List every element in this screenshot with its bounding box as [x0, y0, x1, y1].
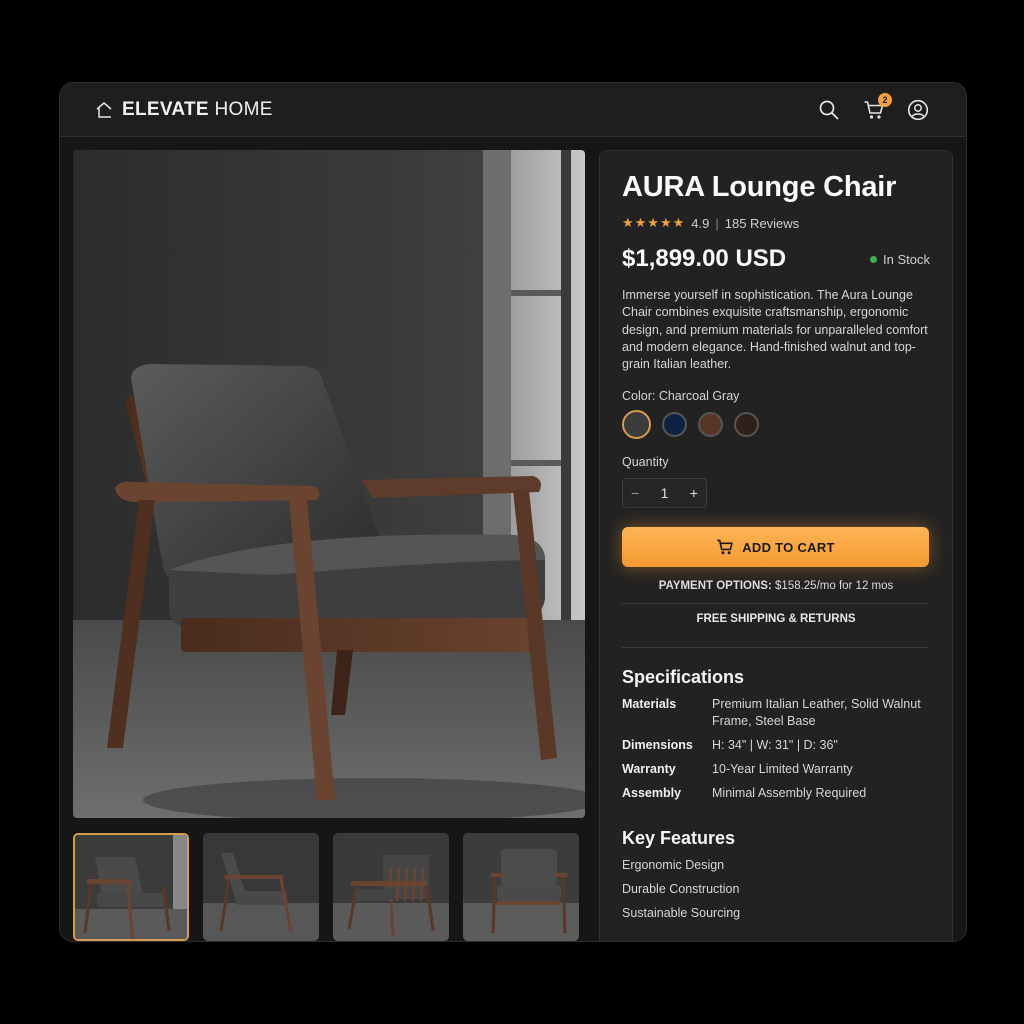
spec-row-assembly: Assembly Minimal Assembly Required — [622, 786, 867, 800]
spec-row-dimensions: Dimensions H: 34" | W: 31" | D: 36" — [622, 738, 838, 752]
top-navbar: ELEVATE HOME 2 — [60, 83, 966, 137]
divider — [622, 647, 929, 648]
thumbnail-4[interactable] — [463, 833, 579, 941]
chair-photo — [73, 150, 585, 818]
main-product-image[interactable] — [73, 150, 585, 818]
review-count: 185 Reviews — [724, 215, 800, 231]
stock-label: In Stock — [883, 252, 930, 267]
thumbnail-3[interactable] — [333, 833, 449, 941]
decrease-quantity-button[interactable]: − — [631, 485, 639, 501]
in-stock-dot-icon — [870, 256, 878, 263]
color-label: Color: Charcoal Gray — [622, 389, 740, 403]
shipping-note: FREE SHIPPING & RETURNS — [696, 613, 856, 625]
add-to-cart-label: ADD TO CART — [742, 539, 835, 555]
feature-item: Sustainable Sourcing — [622, 906, 741, 920]
brand-logo[interactable]: ELEVATE HOME — [94, 99, 273, 121]
star-rating-icon: ★★★★★ — [622, 215, 686, 230]
thumbnail-2[interactable] — [203, 833, 319, 941]
cart-count-badge: 2 — [878, 93, 892, 107]
cart-icon — [717, 539, 733, 555]
app-window: ELEVATE HOME 2 AURA Lounge Chair ★★★★★ 4… — [59, 82, 967, 942]
thumbnail-image — [203, 833, 319, 941]
brand-name: ELEVATE HOME — [122, 99, 273, 120]
thumbnail-1[interactable] — [73, 833, 189, 941]
swatch-dark-brown[interactable] — [734, 412, 759, 437]
divider — [622, 603, 929, 604]
specifications-heading: Specifications — [622, 667, 745, 687]
product-description: Immerse yourself in sophistication. The … — [622, 288, 928, 372]
spec-row-materials: Materials Premium Italian Leather, Solid… — [622, 697, 921, 728]
feature-item: Ergonomic Design — [622, 858, 725, 872]
thumbnail-image — [463, 833, 579, 941]
quantity-stepper: − 1 + — [622, 478, 707, 508]
product-title: AURA Lounge Chair — [622, 171, 897, 203]
quantity-value[interactable]: 1 — [661, 485, 669, 501]
product-price: $1,899.00 USD — [622, 245, 787, 272]
stock-status: In Stock — [870, 252, 930, 267]
thumbnail-image — [75, 835, 187, 939]
spec-row-warranty: Warranty 10-Year Limited Warranty — [622, 762, 853, 776]
home-outline-icon — [96, 102, 112, 118]
swatch-navy[interactable] — [662, 412, 687, 437]
search-icon[interactable] — [818, 99, 840, 121]
key-features-heading: Key Features — [622, 828, 736, 848]
product-details-panel: AURA Lounge Chair ★★★★★ 4.9 | 185 Review… — [599, 150, 953, 941]
swatch-charcoal-gray[interactable] — [622, 410, 651, 439]
color-swatches — [622, 410, 759, 439]
rating-separator: | — [715, 215, 719, 231]
payment-options: PAYMENT OPTIONS: $158.25/mo for 12 mos — [658, 580, 894, 592]
add-to-cart-button[interactable]: ADD TO CART — [622, 527, 929, 567]
rating-summary[interactable]: ★★★★★ 4.9 | 185 Reviews — [622, 215, 799, 231]
feature-item: Durable Construction — [622, 882, 740, 896]
swatch-walnut[interactable] — [698, 412, 723, 437]
rating-value: 4.9 — [691, 215, 710, 231]
thumbnail-strip — [73, 833, 585, 941]
quantity-label: Quantity — [622, 455, 669, 469]
increase-quantity-button[interactable]: + — [690, 485, 698, 501]
user-icon[interactable] — [907, 99, 929, 121]
thumbnail-image — [333, 833, 449, 941]
